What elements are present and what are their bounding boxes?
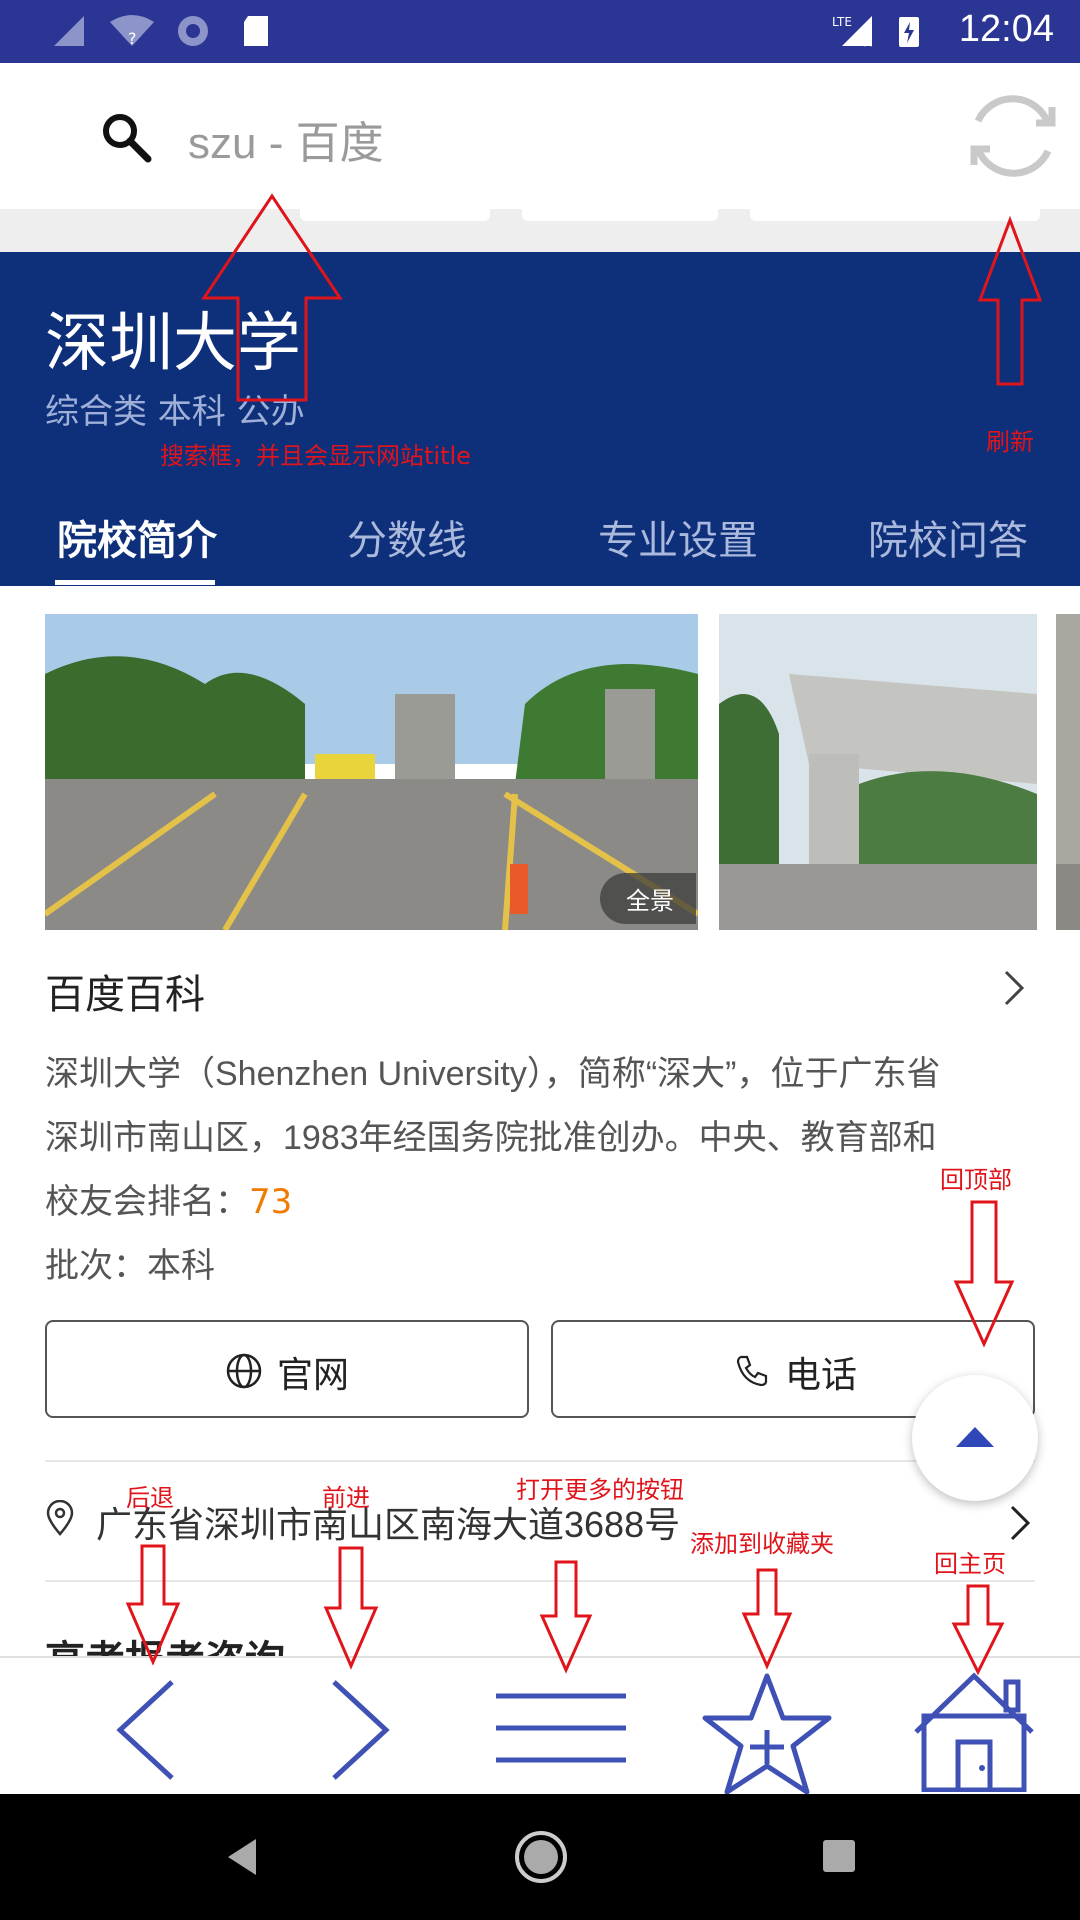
address-bar: szu - 百度 (0, 63, 1080, 209)
svg-text:LTE: LTE (832, 15, 852, 29)
tab-intro[interactable]: 院校简介 (57, 508, 217, 566)
phone-icon (736, 1355, 768, 1387)
sync-icon (178, 16, 208, 46)
website-button[interactable]: 官网 (45, 1320, 529, 1418)
chevron-right-icon (332, 1680, 390, 1780)
rank-label: 校友会排名： (45, 1182, 249, 1222)
home-icon (914, 1672, 1034, 1792)
divider (45, 1580, 1035, 1582)
annotation-back-to-top: 回顶部 (940, 1166, 1012, 1194)
annotation-forward: 前进 (322, 1484, 370, 1512)
menu-button[interactable] (470, 1658, 650, 1796)
panorama-photo[interactable]: 全景 (45, 614, 698, 930)
back-to-top-button[interactable] (912, 1375, 1038, 1501)
tab-indicator (55, 580, 215, 585)
tab-majors[interactable]: 专业设置 (598, 508, 758, 566)
status-bar: ? LTE × 12:04 (0, 0, 1080, 63)
university-name: 深圳大学 (45, 307, 301, 381)
annotation-home: 回主页 (934, 1550, 1006, 1578)
chevron-left-icon (116, 1680, 174, 1780)
globe-icon (226, 1353, 262, 1389)
annotation-refresh: 刷新 (986, 428, 1034, 456)
description-line: 深圳市南山区，1983年经国务院批准创办。中央、教育部和 (45, 1119, 937, 1157)
browser-toolbar (0, 1656, 1080, 1796)
location-pin-icon (46, 1500, 74, 1536)
rank-value: 73 (249, 1182, 293, 1222)
campus-gate-photo[interactable] (719, 614, 1037, 930)
campus-photo-partial[interactable] (1056, 614, 1080, 930)
clock: 12:04 (958, 8, 1054, 50)
svg-text:?: ? (128, 29, 137, 48)
search-icon[interactable] (100, 111, 152, 163)
university-header: 深圳大学 综合类 本科 公办 院校简介 分数线 专业设置 院校问答 (0, 252, 1080, 586)
university-tags: 综合类 本科 公办 (45, 392, 305, 432)
nav-back-icon[interactable] (224, 1836, 260, 1878)
description-line: 深圳大学（Shenzhen University），简称“深大”，位于广东省 (45, 1055, 941, 1093)
home-button[interactable] (886, 1658, 1066, 1796)
tab-qa[interactable]: 院校问答 (868, 508, 1028, 566)
battery-icon (899, 17, 919, 47)
signal-icon (54, 16, 84, 46)
rank-row: 校友会排名：73 (45, 1174, 1035, 1223)
caret-up-icon (956, 1427, 994, 1447)
batch-row: 批次：本科 (45, 1247, 215, 1285)
divider (45, 1460, 1035, 1462)
system-nav-bar (0, 1794, 1080, 1920)
tab-score-line[interactable]: 分数线 (347, 508, 467, 566)
chevron-right-icon[interactable] (1008, 1503, 1034, 1543)
nav-recents-icon[interactable] (822, 1839, 856, 1873)
menu-icon (496, 1693, 626, 1763)
search-input[interactable]: szu - 百度 (188, 107, 384, 171)
wifi-icon: ? (110, 15, 154, 48)
lte-signal-icon: LTE × (832, 15, 874, 48)
back-button[interactable] (56, 1658, 236, 1796)
forward-button[interactable] (264, 1658, 444, 1796)
sd-card-icon (244, 16, 268, 46)
baike-title[interactable]: 百度百科 (45, 962, 205, 1020)
annotation-more: 打开更多的按钮 (516, 1476, 684, 1504)
annotation-search: 搜索框，并且会显示网站title (160, 442, 471, 470)
website-label: 官网 (277, 1355, 350, 1396)
annotation-back: 后退 (126, 1484, 174, 1512)
annotation-favorite: 添加到收藏夹 (690, 1530, 834, 1558)
chevron-right-icon[interactable] (1002, 968, 1028, 1008)
panorama-badge: 全景 (600, 873, 696, 924)
svg-text:×: × (862, 35, 874, 48)
refresh-icon[interactable] (958, 81, 1068, 191)
add-favorite-button[interactable] (677, 1658, 857, 1796)
page-strip (0, 209, 1080, 252)
star-plus-icon (702, 1673, 832, 1795)
nav-home-icon[interactable] (514, 1830, 568, 1884)
phone-label: 电话 (785, 1355, 858, 1396)
